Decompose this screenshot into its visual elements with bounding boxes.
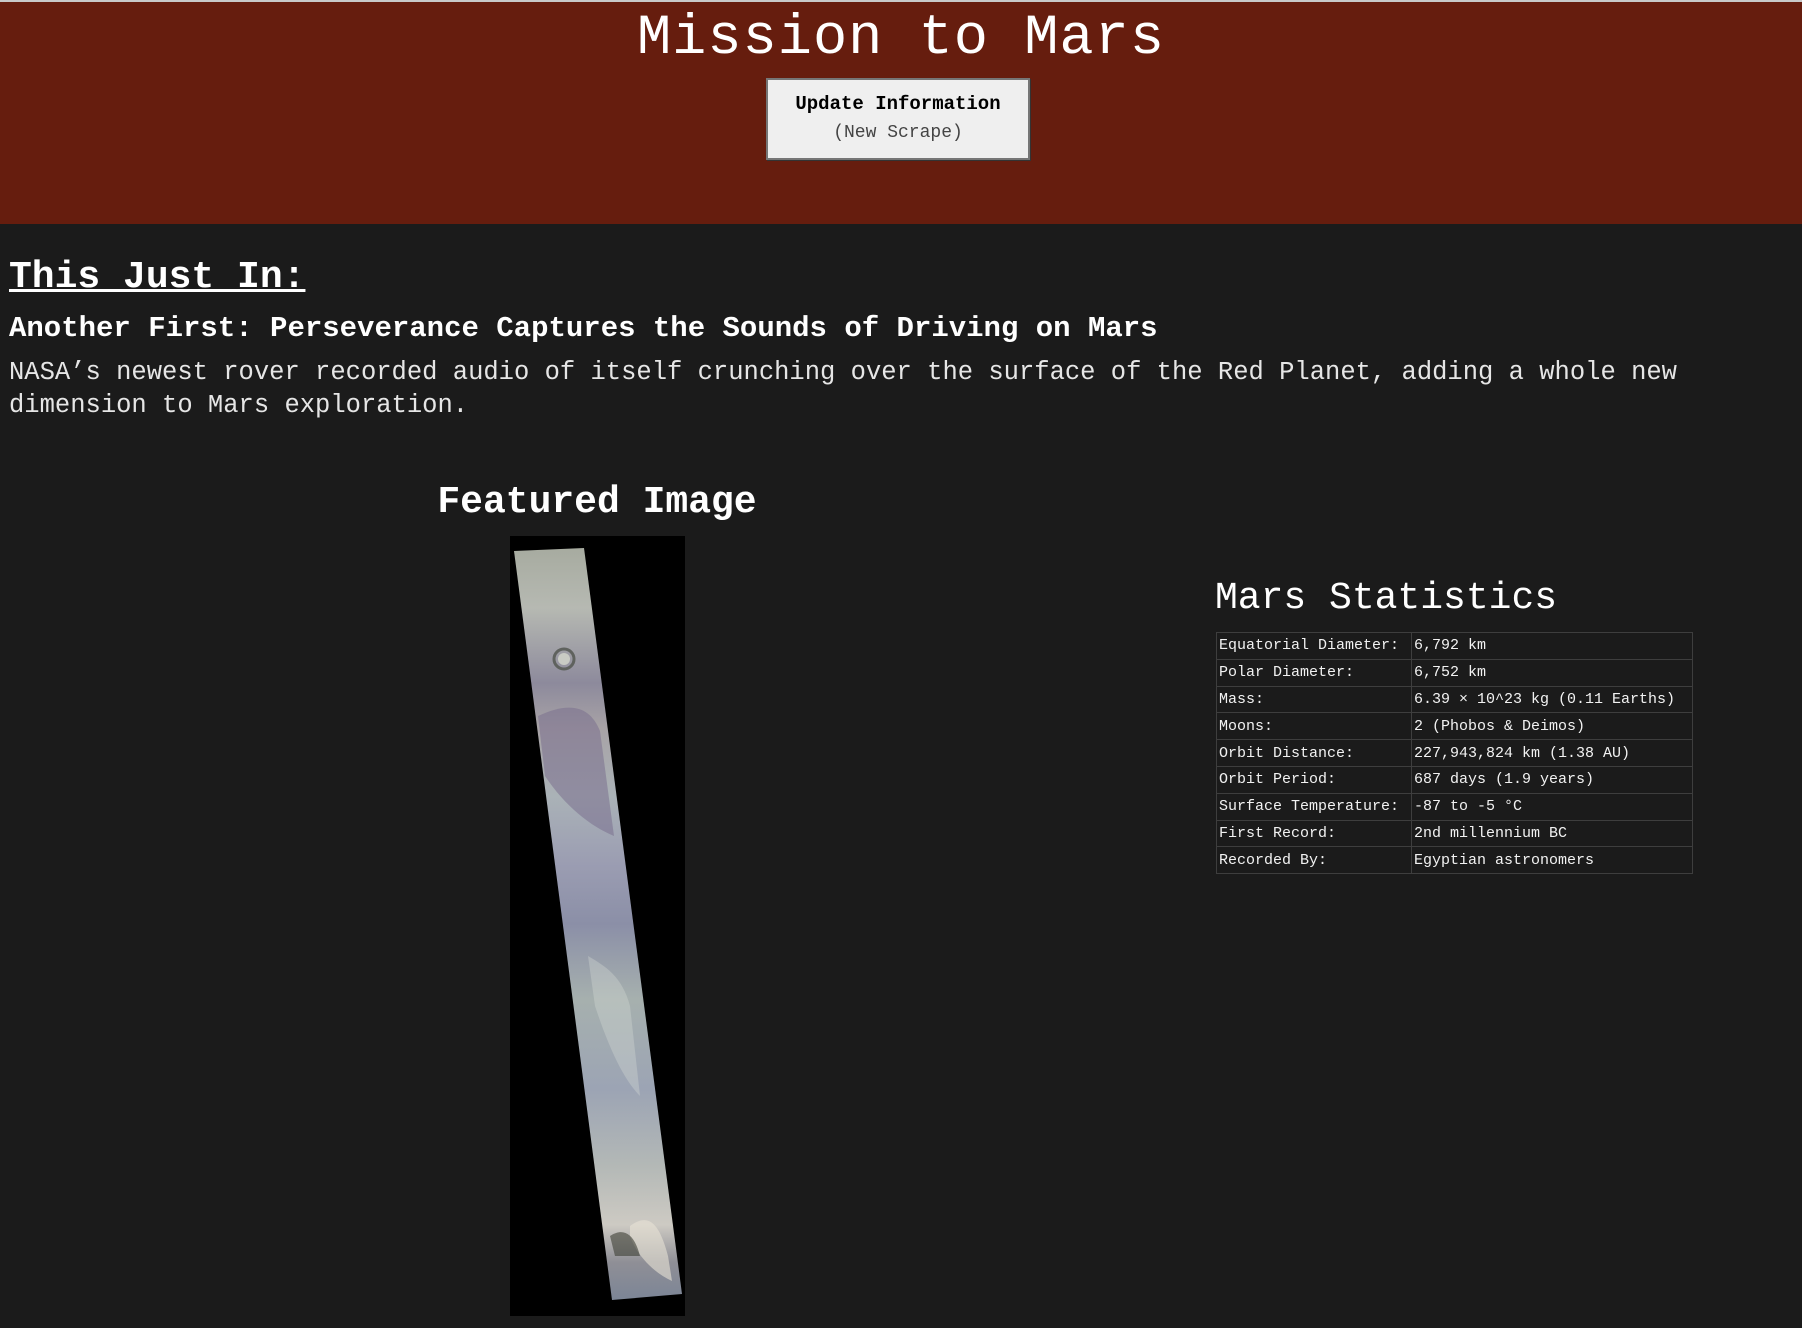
fact-label: First Record: (1216, 819, 1412, 848)
mars-statistics-heading: Mars Statistics (1215, 577, 1558, 620)
table-row: Orbit Period: 687 days (1.9 years) (1216, 765, 1693, 794)
fact-value: 6,792 km (1411, 632, 1693, 660)
fact-label: Polar Diameter: (1216, 658, 1412, 687)
update-information-button[interactable]: Update Information (New Scrape) (766, 78, 1030, 160)
fact-value: 2nd millennium BC (1411, 819, 1693, 848)
featured-image (510, 536, 685, 1316)
fact-value: 227,943,824 km (1.38 AU) (1411, 739, 1693, 767)
fact-label: Surface Temperature: (1216, 792, 1412, 821)
table-row: Polar Diameter: 6,752 km (1216, 658, 1693, 687)
news-paragraph: NASA’s newest rover recorded audio of it… (9, 358, 1677, 420)
fact-label: Moons: (1216, 712, 1412, 741)
table-row: Equatorial Diameter: 6,792 km (1216, 632, 1693, 660)
update-button-sublabel: (New Scrape) (833, 123, 963, 143)
fact-label: Mass: (1216, 685, 1412, 714)
table-row: Surface Temperature: -87 to -5 °C (1216, 792, 1693, 821)
news-section-heading: This Just In: (9, 256, 306, 299)
fact-value: Egyptian astronomers (1411, 846, 1693, 875)
table-row: Orbit Distance: 227,943,824 km (1.38 AU) (1216, 739, 1693, 767)
fact-label: Orbit Distance: (1216, 739, 1412, 767)
featured-image-heading: Featured Image (437, 481, 757, 524)
mars-facts-table: Equatorial Diameter: 6,792 km Polar Diam… (1216, 632, 1693, 875)
update-button-label: Update Information (795, 93, 1001, 115)
fact-label: Recorded By: (1216, 846, 1412, 875)
fact-value: 2 (Phobos & Deimos) (1411, 712, 1693, 741)
table-row: Recorded By: Egyptian astronomers (1216, 846, 1693, 875)
fact-label: Equatorial Diameter: (1216, 632, 1412, 660)
page-header: Mission to Mars Update Information (New … (0, 2, 1802, 224)
fact-value: 687 days (1.9 years) (1411, 765, 1693, 794)
news-title: Another First: Perseverance Captures the… (9, 312, 1158, 345)
fact-value: 6,752 km (1411, 658, 1693, 687)
table-row: Mass: 6.39 × 10^23 kg (0.11 Earths) (1216, 685, 1693, 714)
fact-label: Orbit Period: (1216, 765, 1412, 794)
table-row: First Record: 2nd millennium BC (1216, 819, 1693, 848)
fact-value: 6.39 × 10^23 kg (0.11 Earths) (1411, 685, 1693, 714)
page-title: Mission to Mars (636, 7, 1166, 71)
fact-value: -87 to -5 °C (1411, 792, 1693, 821)
table-row: Moons: 2 (Phobos & Deimos) (1216, 712, 1693, 741)
